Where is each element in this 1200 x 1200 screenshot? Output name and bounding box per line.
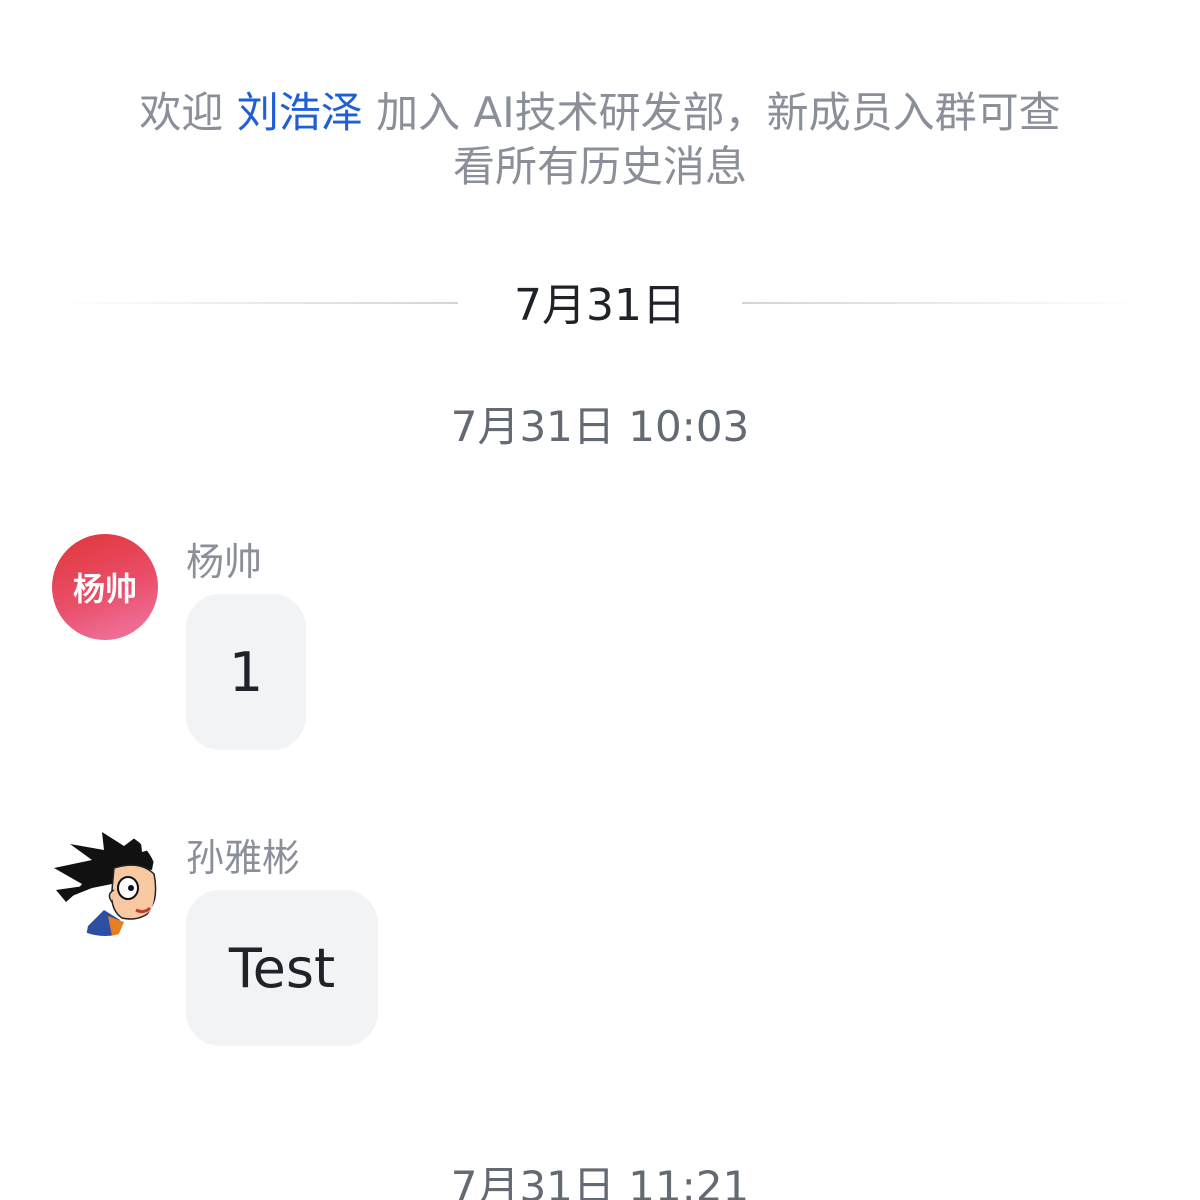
- message-bubble[interactable]: 1: [186, 594, 306, 750]
- divider-line-right: [742, 302, 1140, 304]
- message-item: 孙雅彬 Test: [52, 830, 1152, 1050]
- notice-user-link[interactable]: 刘浩泽: [237, 88, 363, 137]
- cartoon-character-avatar-icon[interactable]: [52, 830, 158, 936]
- sender-name: 孙雅彬: [186, 836, 301, 880]
- notice-suffix: 加入 AI技术研发部，新成员入群可查看所有历史消息: [362, 88, 1061, 191]
- message-item: 杨帅 杨帅 1: [52, 534, 1152, 754]
- date-divider: 7月31日: [60, 278, 1140, 338]
- avatar-image: [52, 830, 158, 936]
- system-notice-welcome: 欢迎 刘浩泽 加入 AI技术研发部，新成员入群可查看所有历史消息: [120, 86, 1080, 194]
- sender-name: 杨帅: [186, 540, 263, 584]
- message-timestamp: 7月31日 10:03: [450, 402, 750, 451]
- notice-prefix: 欢迎: [139, 88, 237, 137]
- chat-view: 欢迎 刘浩泽 加入 AI技术研发部，新成员入群可查看所有历史消息 7月31日 7…: [0, 0, 1200, 1200]
- message-timestamp: 7月31日 11:21: [450, 1162, 750, 1200]
- date-divider-label: 7月31日: [514, 280, 686, 331]
- avatar[interactable]: 杨帅: [52, 534, 158, 640]
- message-bubble[interactable]: Test: [186, 890, 378, 1046]
